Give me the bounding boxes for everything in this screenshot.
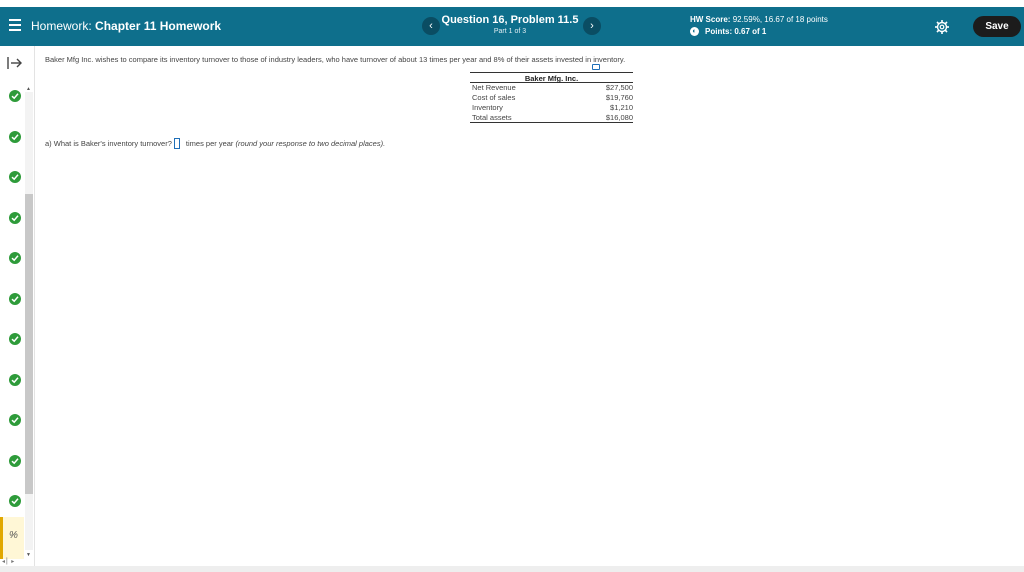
points-label: Points:: [705, 27, 733, 36]
top-bar: Homework: Chapter 11 Homework ‹ Question…: [0, 7, 1024, 46]
partial-credit-icon: ◐: [690, 27, 699, 36]
question-status-check-icon[interactable]: [9, 130, 21, 143]
hw-score-value: 92.59%, 16.67 of 18 points: [732, 15, 828, 24]
question-status-check-icon[interactable]: [9, 252, 21, 264]
copy-table-icon[interactable]: [592, 64, 600, 70]
question-status-check-icon[interactable]: [9, 211, 21, 224]
row-label: Inventory: [472, 103, 503, 112]
table-row: Cost of sales $19,760: [470, 93, 633, 103]
table-row: Net Revenue $27,500: [470, 83, 633, 93]
row-label: Cost of sales: [472, 93, 516, 102]
question-status-check-icon[interactable]: [9, 495, 21, 507]
question-status-check-icon[interactable]: [9, 90, 21, 102]
question-rail: ▲ ▼ % ◂ ▏▸: [0, 46, 35, 572]
hw-score: HW Score: 92.59%, 16.67 of 18 points: [690, 15, 828, 24]
scroll-down-icon[interactable]: ▼: [26, 552, 31, 558]
homework-name: Chapter 11 Homework: [95, 19, 222, 33]
question-status-check-icon[interactable]: [9, 292, 21, 305]
problem-area: Baker Mfg Inc. wishes to compare its inv…: [35, 46, 1024, 566]
question-part-a: a) What is Baker's inventory turnover? t…: [45, 138, 385, 149]
row-value: $19,760: [605, 93, 633, 102]
question-title: Question 16, Problem 11.5: [441, 14, 579, 26]
bottom-scrollbar[interactable]: [0, 566, 1024, 572]
row-value: $27,500: [605, 83, 633, 92]
menu-icon[interactable]: [9, 19, 21, 33]
row-label: Total assets: [472, 113, 512, 122]
settings-gear-icon[interactable]: [934, 19, 950, 35]
homework-title: Homework: Chapter 11 Homework: [31, 19, 221, 33]
save-button[interactable]: Save: [973, 16, 1021, 37]
next-question-button[interactable]: ›: [583, 17, 601, 35]
row-value: $1,210: [610, 103, 633, 112]
current-question-item[interactable]: %: [0, 517, 24, 559]
row-label: Net Revenue: [472, 83, 516, 92]
table-row: Inventory $1,210: [470, 103, 633, 113]
financial-data-table: Baker Mfg. Inc. Net Revenue $27,500 Cost…: [470, 64, 633, 123]
unit-text: times per year: [185, 139, 234, 148]
rounding-hint: (round your response to two decimal plac…: [235, 139, 386, 148]
table-caption: Baker Mfg. Inc.: [470, 72, 633, 83]
question-status-check-icon[interactable]: [9, 454, 21, 467]
question-status-check-icon[interactable]: [9, 333, 21, 345]
table-row: Total assets $16,080: [470, 113, 633, 123]
question-status-check-icon[interactable]: [9, 414, 21, 426]
points-display: ◐ Points: 0.67 of 1: [690, 27, 766, 36]
part-indicator: Part 1 of 3: [493, 28, 527, 35]
expand-panel-icon[interactable]: [6, 56, 24, 70]
answer-input[interactable]: [173, 138, 180, 149]
partial-question-icon: %: [9, 530, 18, 541]
question-status-check-icon[interactable]: [9, 373, 21, 386]
question-status-check-icon[interactable]: [9, 171, 21, 183]
scroll-thumb[interactable]: [25, 194, 33, 494]
rail-horizontal-nav[interactable]: ◂ ▏▸: [2, 558, 14, 565]
question-text: a) What is Baker's inventory turnover?: [45, 139, 172, 148]
points-value: 0.67 of 1: [734, 27, 767, 36]
problem-statement: Baker Mfg Inc. wishes to compare its inv…: [45, 55, 626, 64]
row-value: $16,080: [605, 113, 633, 122]
hw-score-label: HW Score:: [690, 15, 731, 24]
rail-scrollbar[interactable]: ▲ ▼: [25, 86, 33, 558]
homework-label: Homework:: [31, 19, 92, 33]
